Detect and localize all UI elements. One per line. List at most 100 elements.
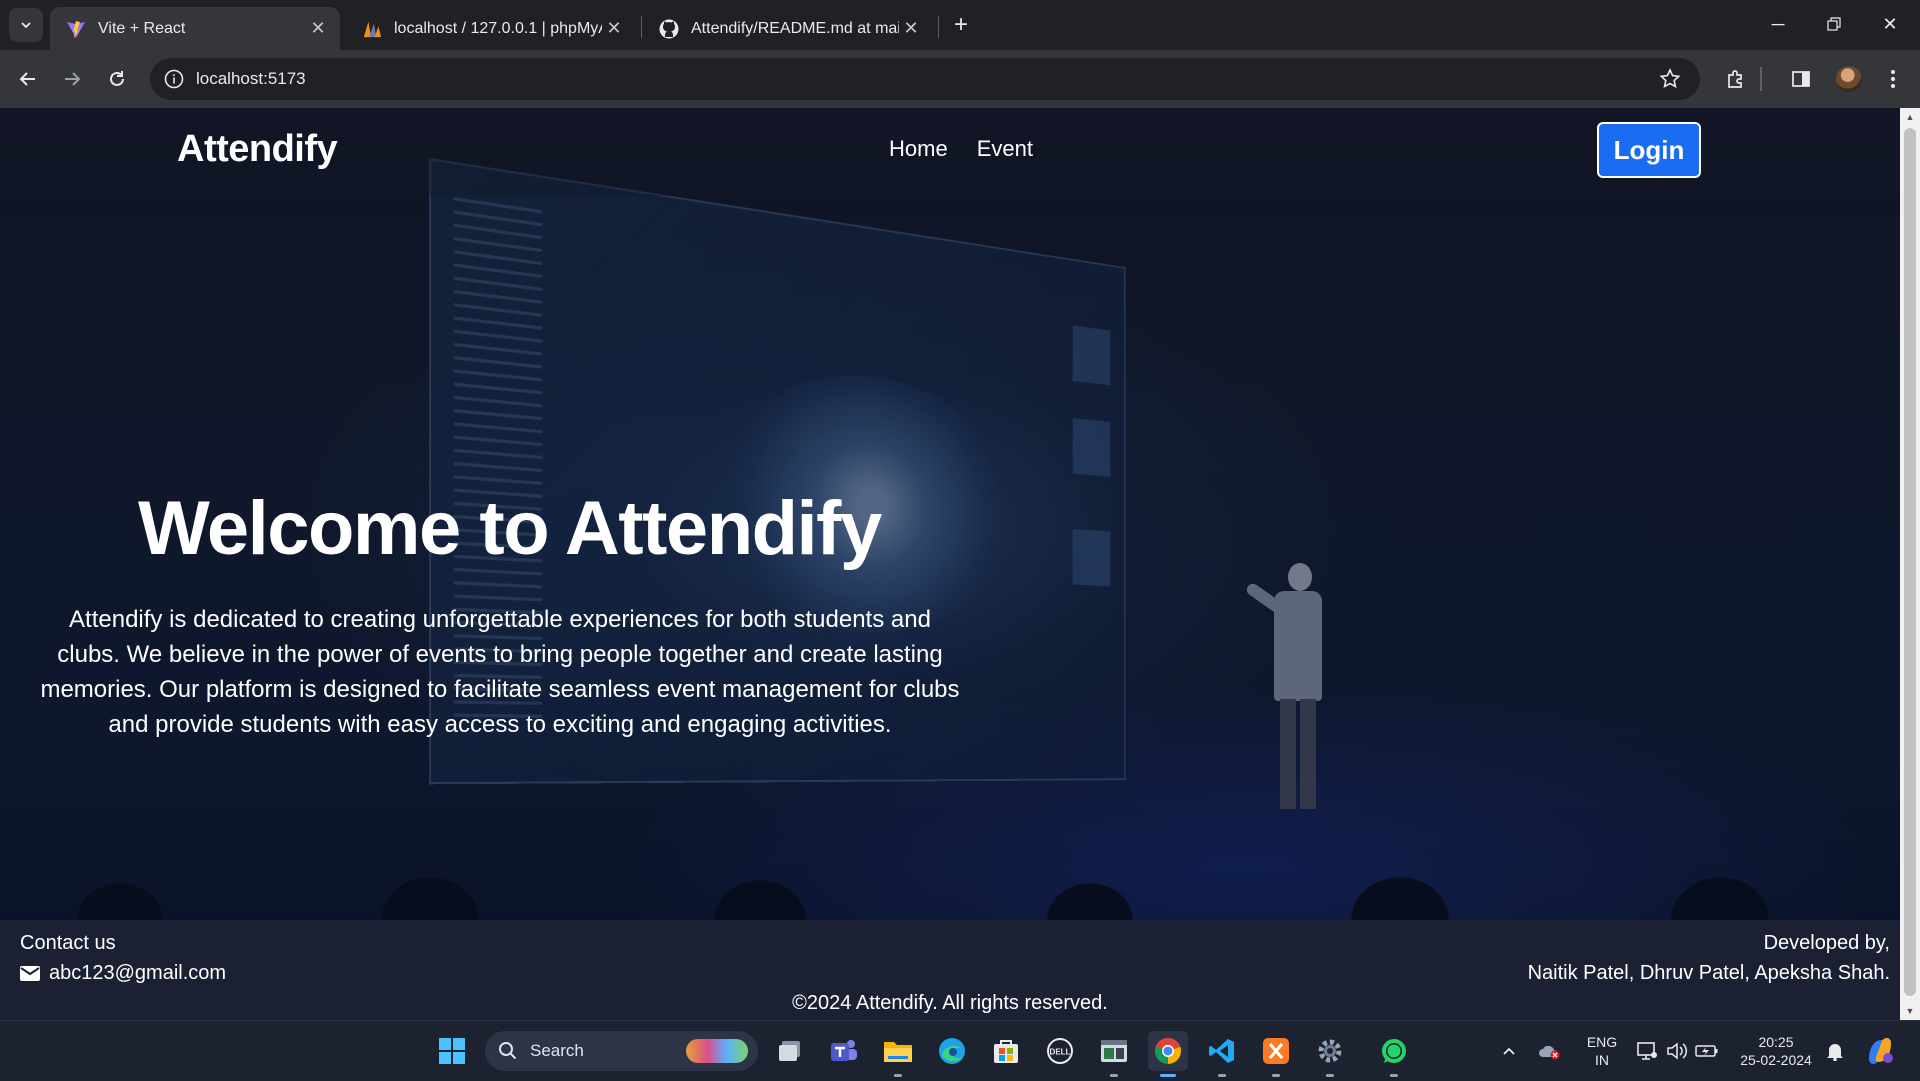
battery-charging-icon: [1695, 1045, 1718, 1057]
close-icon[interactable]: ✕: [602, 17, 626, 41]
tab-title: Vite + React: [98, 19, 186, 37]
hero-section: Attendify Home Event Login Welcome to At…: [0, 108, 1900, 920]
nav-link-home[interactable]: Home: [889, 136, 948, 162]
taskbar-terminal[interactable]: [1094, 1031, 1134, 1077]
search-icon: [499, 1042, 517, 1060]
chrome-icon: [1155, 1038, 1181, 1064]
reload-button[interactable]: [101, 63, 133, 95]
avatar: [1836, 66, 1862, 92]
new-tab-button[interactable]: +: [948, 11, 974, 38]
bookmark-star-icon[interactable]: [1658, 67, 1682, 96]
contact-title: Contact us: [20, 932, 116, 954]
tab-search-button[interactable]: [9, 8, 43, 42]
taskbar-chrome[interactable]: [1148, 1031, 1188, 1077]
tab-divider: [938, 16, 939, 38]
page-scrollbar[interactable]: ▲ ▼: [1900, 108, 1920, 1020]
address-bar[interactable]: localhost:5173: [150, 58, 1700, 100]
scroll-down-arrow-icon[interactable]: ▼: [1900, 1002, 1920, 1020]
notifications-button[interactable]: [1820, 1031, 1850, 1071]
nav-link-event[interactable]: Event: [977, 136, 1033, 162]
start-button[interactable]: [432, 1031, 472, 1071]
tab-divider: [641, 16, 642, 38]
edge-icon: [939, 1038, 965, 1064]
hero-heading: Welcome to Attendify: [138, 486, 882, 571]
copilot-button[interactable]: [1860, 1031, 1900, 1071]
taskbar-search[interactable]: Search: [485, 1031, 758, 1071]
close-icon[interactable]: ✕: [306, 17, 330, 41]
teams-icon: [831, 1040, 857, 1061]
network-status-button[interactable]: [1630, 1031, 1664, 1071]
toolbar-divider: [1760, 67, 1762, 91]
taskbar-file-explorer[interactable]: [878, 1031, 918, 1077]
language-code: ENG: [1586, 1034, 1618, 1050]
page-viewport: Attendify Home Event Login Welcome to At…: [0, 108, 1900, 1020]
taskbar-teams[interactable]: [824, 1031, 864, 1071]
taskbar-task-view[interactable]: [770, 1031, 810, 1071]
windows-logo-icon: [439, 1038, 465, 1064]
xampp-icon: [1263, 1038, 1289, 1064]
developer-names: Naitik Patel, Dhruv Patel, Apeksha Shah.: [1527, 962, 1890, 984]
taskbar-vscode[interactable]: [1202, 1031, 1242, 1077]
chevron-down-icon: [21, 22, 31, 29]
clock[interactable]: 20:25 25-02-2024: [1734, 1033, 1818, 1069]
scrollbar-thumb[interactable]: [1904, 128, 1916, 996]
taskbar-search-placeholder: Search: [530, 1041, 584, 1060]
copilot-icon: [1869, 1038, 1893, 1064]
vscode-icon: [1209, 1039, 1234, 1063]
forward-button[interactable]: [56, 63, 88, 95]
taskbar-settings[interactable]: [1310, 1031, 1350, 1077]
taskbar-dell[interactable]: DELL: [1040, 1031, 1080, 1071]
tab-phpmyadmin[interactable]: localhost / 127.0.0.1 | phpMyAd ✕: [346, 7, 636, 50]
scroll-up-arrow-icon[interactable]: ▲: [1900, 108, 1920, 126]
envelope-icon: [20, 966, 40, 981]
developed-by-title: Developed by,: [1763, 932, 1890, 954]
contact-email[interactable]: abc123@gmail.com: [20, 962, 226, 985]
tab-github-readme[interactable]: Attendify/README.md at main ✕: [643, 7, 933, 50]
profile-button[interactable]: [1833, 63, 1865, 95]
tab-title: Attendify/README.md at main: [691, 19, 899, 37]
taskbar-whatsapp[interactable]: [1374, 1031, 1414, 1077]
battery-button[interactable]: [1690, 1031, 1724, 1071]
site-footer: Contact us abc123@gmail.com Developed by…: [0, 920, 1900, 1020]
onedrive-status-button[interactable]: [1532, 1031, 1566, 1071]
extensions-button[interactable]: [1720, 63, 1752, 95]
browser-menu-button[interactable]: [1877, 63, 1909, 95]
task-view-icon: [779, 1041, 800, 1061]
brand-logo[interactable]: Attendify: [177, 128, 338, 171]
store-icon: [994, 1040, 1018, 1063]
puzzle-icon: [1728, 70, 1742, 88]
side-panel-button[interactable]: [1785, 63, 1817, 95]
close-window-button[interactable]: ✕: [1862, 0, 1918, 48]
contact-email-text: abc123@gmail.com: [49, 962, 227, 984]
speaker-icon: [1667, 1042, 1688, 1060]
tab-vite-react[interactable]: Vite + React ✕: [50, 7, 340, 50]
site-info-icon[interactable]: [162, 67, 186, 91]
close-icon[interactable]: ✕: [899, 17, 923, 41]
whatsapp-icon: [1382, 1039, 1406, 1063]
windows-taskbar: Search DELL ENG IN 20:25 25-02-2024: [0, 1020, 1920, 1081]
vite-icon: [66, 19, 86, 39]
nav-links: Home Event: [889, 136, 1033, 162]
back-button[interactable]: [12, 63, 44, 95]
language-indicator[interactable]: ENG IN: [1580, 1033, 1624, 1069]
reload-icon: [110, 71, 124, 86]
plus-icon: +: [953, 11, 968, 38]
taskbar-microsoft-store[interactable]: [986, 1031, 1026, 1071]
dell-icon: DELL: [1047, 1038, 1073, 1064]
clock-time: 20:25: [1758, 1034, 1794, 1050]
forward-arrow-icon: [65, 72, 81, 86]
taskbar-edge[interactable]: [932, 1031, 972, 1071]
login-button[interactable]: Login: [1597, 122, 1701, 178]
clock-date: 25-02-2024: [1740, 1052, 1812, 1068]
show-hidden-icons-button[interactable]: [1494, 1031, 1524, 1071]
side-panel-icon: [1792, 71, 1810, 87]
chevron-up-icon: [1503, 1047, 1515, 1055]
restore-button[interactable]: [1806, 0, 1862, 48]
site-navbar: Attendify Home Event Login: [0, 108, 1900, 196]
taskbar-xampp[interactable]: [1256, 1031, 1296, 1077]
minimize-button[interactable]: ─: [1750, 0, 1806, 48]
phpmyadmin-icon: [362, 19, 382, 39]
back-arrow-icon: [19, 72, 35, 86]
region-code: IN: [1595, 1052, 1609, 1068]
volume-button[interactable]: [1660, 1031, 1694, 1071]
